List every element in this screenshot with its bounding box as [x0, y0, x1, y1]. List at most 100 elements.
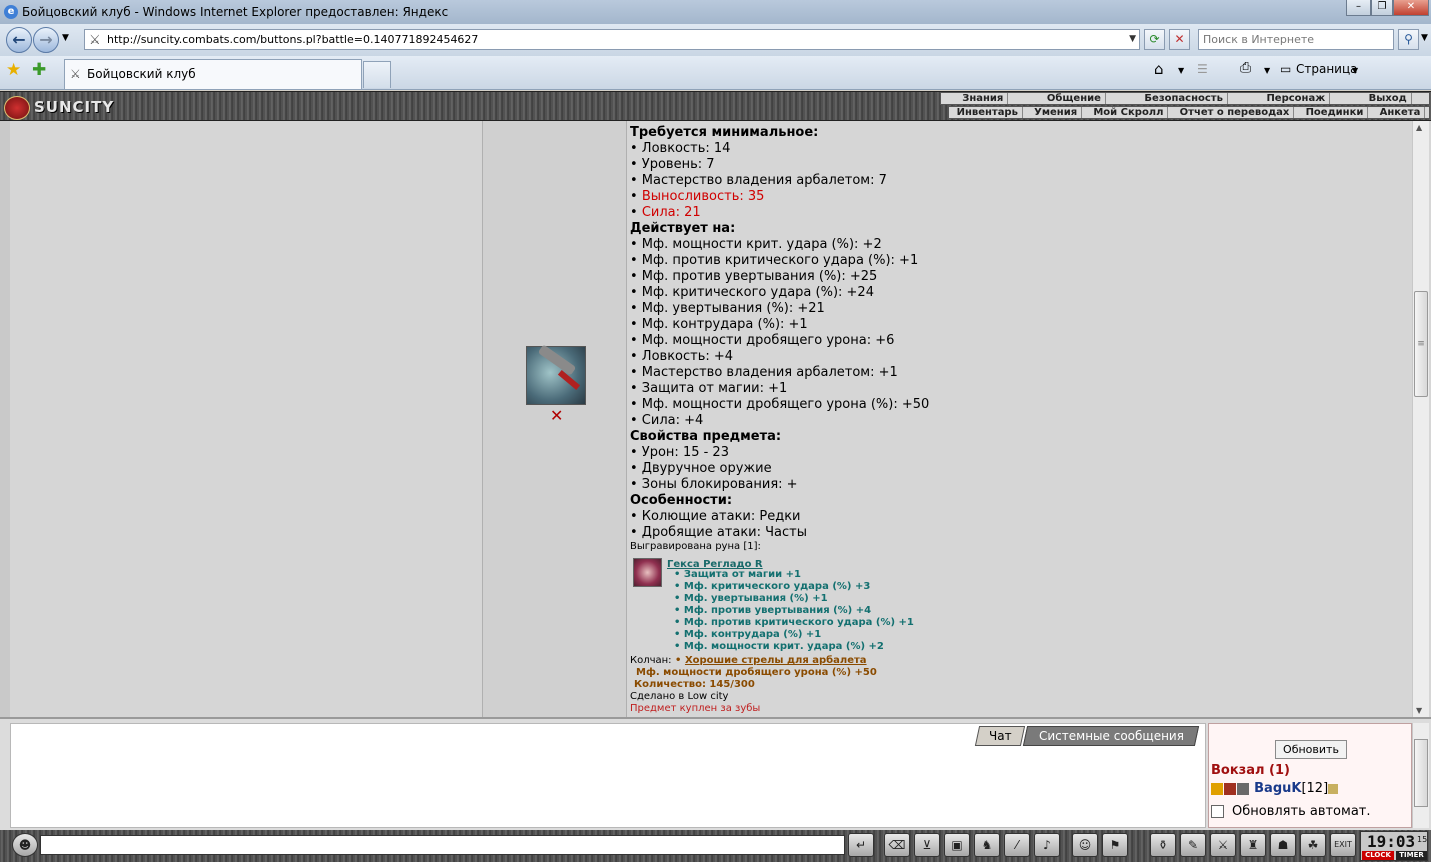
crossbow-item-image[interactable] — [526, 344, 586, 405]
scrollbar-thumb[interactable]: ≡ — [1414, 291, 1428, 397]
auto-refresh-checkbox[interactable] — [1211, 805, 1224, 818]
bag-icon[interactable]: ⚱ — [1150, 833, 1176, 857]
search-icon[interactable]: ⚲ — [1398, 29, 1419, 50]
print-icon[interactable]: ⎙ — [1240, 60, 1251, 76]
prop-line: • Зоны блокирования: + — [630, 477, 798, 492]
rune-effect: • Мф. увертывания (%) +1 — [674, 593, 828, 604]
user-info-icon[interactable] — [1328, 783, 1339, 794]
main-scrollbar[interactable]: ▲ ≡ ▼ — [1412, 121, 1429, 717]
menu-profile[interactable]: Анкета — [1376, 107, 1426, 118]
favorites-star-icon[interactable]: ★ — [6, 60, 21, 80]
page-menu-icon[interactable]: ▭ — [1280, 62, 1291, 76]
add-favorites-icon[interactable]: ✚ — [32, 60, 46, 80]
rune-effects: • Защита от магии +1 • Мф. критического … — [674, 569, 914, 653]
back-button[interactable]: ← — [6, 27, 32, 53]
chat-input[interactable] — [40, 835, 845, 855]
online-scrollbar-thumb[interactable] — [1414, 739, 1428, 807]
eraser-icon[interactable]: ⌫ — [884, 833, 910, 857]
online-scrollbar[interactable] — [1412, 723, 1429, 828]
prop-line: • Урон: 15 - 23 — [630, 445, 729, 460]
chat-messages[interactable]: Чат Системные сообщения — [10, 723, 1206, 828]
battle-icon[interactable]: ⚔ — [1210, 833, 1236, 857]
tab-system-messages[interactable]: Системные сообщения — [1022, 726, 1200, 746]
menu-communication[interactable]: Общение — [1043, 93, 1106, 104]
effect-line: • Мф. против критического удара (%): +1 — [630, 253, 919, 268]
prop-line: • Двуручное оружие — [630, 461, 772, 476]
minimize-button[interactable]: – — [1346, 0, 1371, 16]
menu-security[interactable]: Безопасность — [1140, 93, 1228, 104]
main-content: ✕ Требуется минимальное: • Ловкость: 14 … — [0, 121, 1431, 717]
top-menu: Знания Общение Безопасность Персонаж Вых… — [940, 92, 1430, 105]
print-dropdown-icon[interactable]: ▼ — [1264, 66, 1270, 75]
private-message-icon[interactable] — [1211, 782, 1223, 795]
req-endurance: • Выносливость: 35 — [630, 189, 765, 204]
smile-face-icon[interactable]: ☻ — [12, 833, 38, 857]
clock-label: CLOCK — [1362, 851, 1394, 860]
menu-exit[interactable]: Выход — [1365, 93, 1412, 104]
auto-refresh-label: Обновлять автомат. — [1232, 804, 1371, 819]
send-icon[interactable]: ↵ — [848, 833, 874, 857]
window-title: Бойцовский клуб - Windows Internet Explo… — [22, 5, 449, 19]
home-icon[interactable]: ⌂ — [1154, 60, 1164, 78]
game-clock: 19:03 15 CLOCK TIMER — [1360, 831, 1428, 861]
quiver-count: Количество: 145/300 — [634, 679, 755, 690]
effect-line: • Мф. мощности дробящего урона (%): +50 — [630, 397, 930, 412]
menu-skills[interactable]: Умения — [1030, 107, 1083, 118]
translit-icon[interactable]: ⁄ — [1004, 833, 1030, 857]
menu-character[interactable]: Персонаж — [1262, 93, 1331, 104]
friends-icon[interactable]: ☘ — [1300, 833, 1326, 857]
group-icon[interactable]: ☗ — [1270, 833, 1296, 857]
menu-battles[interactable]: Поединки — [1302, 107, 1369, 118]
rune-icon[interactable] — [633, 558, 662, 587]
scroll-icon[interactable]: ✎ — [1180, 833, 1206, 857]
menu-my-scroll[interactable]: Мой Скролл — [1089, 107, 1169, 118]
timer-label[interactable]: TIMER — [1396, 851, 1427, 860]
maximize-button[interactable]: ❐ — [1371, 0, 1393, 16]
auto-refresh-row: Обновлять автомат. — [1211, 804, 1371, 819]
save-log-icon[interactable]: ▣ — [944, 833, 970, 857]
refresh-icon[interactable]: ⟳ — [1144, 29, 1165, 50]
exit-icon[interactable]: EXIT — [1330, 833, 1356, 857]
sound-icon[interactable]: ♪ — [1034, 833, 1060, 857]
clock-seconds: 15 — [1417, 835, 1428, 844]
rune-effect: • Мф. контрудара (%) +1 — [674, 629, 822, 640]
effect-line: • Ловкость: +4 — [630, 349, 734, 364]
close-window-button[interactable]: ✕ — [1393, 0, 1429, 16]
user-name[interactable]: BaguK — [1254, 781, 1301, 796]
refresh-button[interactable]: Обновить — [1275, 740, 1347, 759]
features-header: Особенности: — [630, 493, 733, 508]
effects-header: Действует на: — [630, 221, 736, 236]
menu-knowledge[interactable]: Знания — [958, 93, 1009, 104]
effect-line: • Мф. увертывания (%): +21 — [630, 301, 825, 316]
stop-icon[interactable]: ✕ — [1169, 29, 1190, 50]
forward-button[interactable]: → — [33, 27, 59, 53]
filter-icon[interactable]: ⊻ — [914, 833, 940, 857]
history-dropdown-icon[interactable]: ▼ — [62, 33, 69, 43]
clan-chat-icon[interactable]: ⚑ — [1102, 833, 1128, 857]
scroll-up-icon[interactable]: ▲ — [1416, 123, 1422, 132]
fighter-icon[interactable]: ♞ — [974, 833, 1000, 857]
menu-inventory[interactable]: Инвентарь — [953, 107, 1023, 118]
quiver-link[interactable]: Хорошие стрелы для арбалета — [685, 655, 867, 666]
feature-line: • Дробящие атаки: Часты — [630, 525, 808, 540]
rune-effect: • Мф. мощности крит. удара (%) +2 — [674, 641, 884, 652]
menu-transfer-report[interactable]: Отчет о переводах — [1176, 107, 1295, 118]
tab-chat[interactable]: Чат — [974, 726, 1026, 746]
page-menu-button[interactable]: Страница — [1296, 62, 1358, 76]
remove-item-icon[interactable]: ✕ — [550, 406, 563, 425]
armor-icon[interactable]: ♜ — [1240, 833, 1266, 857]
address-bar[interactable]: ⚔ http://suncity.combats.com/buttons.pl?… — [84, 29, 1140, 50]
search-dropdown-icon[interactable]: ▼ — [1421, 33, 1428, 43]
site-favicon-icon: ⚔ — [70, 67, 81, 81]
new-tab-button[interactable] — [363, 61, 391, 88]
online-user: BaguK[12] — [1211, 781, 1339, 796]
feeds-icon[interactable]: ☰ — [1197, 62, 1208, 76]
tab-combats[interactable]: ⚔ Бойцовский клуб — [64, 59, 362, 89]
effect-line: • Мф. против увертывания (%): +25 — [630, 269, 878, 284]
home-dropdown-icon[interactable]: ▼ — [1178, 66, 1184, 75]
page-dropdown-icon[interactable]: ▼ — [1352, 66, 1358, 75]
smiles-icon[interactable]: ☺ — [1072, 833, 1098, 857]
address-dropdown-icon[interactable]: ▼ — [1129, 30, 1136, 49]
search-input[interactable]: Поиск в Интернете — [1198, 29, 1394, 50]
scroll-down-icon[interactable]: ▼ — [1416, 706, 1422, 715]
